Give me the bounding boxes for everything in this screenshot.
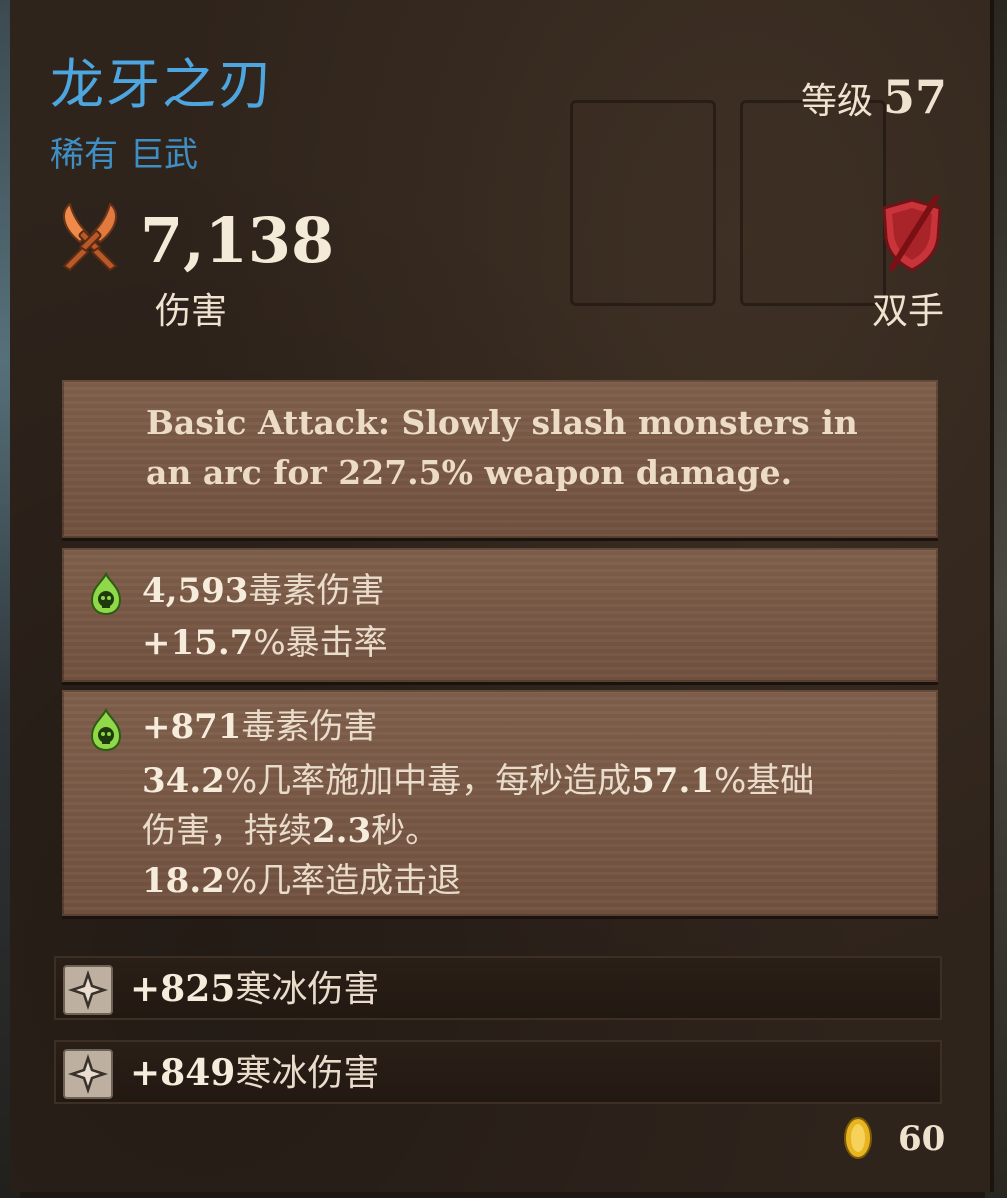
item-name: 龙牙之刃: [50, 53, 274, 116]
affix-text: 毒素伤害: [241, 707, 378, 747]
affix-panel: 4,593毒素伤害 +15.7%暴击率: [62, 548, 938, 682]
affix-text: %几率造成击退: [224, 861, 462, 901]
item-rarity: 稀有: [50, 135, 118, 175]
affix-text: %几率施加中毒，每秒造成: [224, 761, 632, 801]
damage-value: 7,138: [140, 204, 335, 277]
affix-value: 34.2: [142, 761, 225, 801]
item-subtitle: 稀有 巨武: [50, 138, 198, 172]
gem-stat: +849寒冰伤害: [130, 1055, 379, 1092]
affix-value: 4,593: [142, 571, 249, 611]
item-level: 等级 57: [801, 74, 947, 120]
gem-label: 寒冰伤害: [235, 969, 380, 1010]
item-type: 巨武: [130, 135, 198, 175]
two-handed-label: 双手: [872, 291, 945, 332]
affix-value: +871: [142, 707, 242, 747]
background-slot: [740, 100, 886, 306]
sell-price: 60: [898, 1119, 946, 1159]
affix-line: +15.7%暴击率: [142, 626, 388, 660]
poison-skull-icon: [90, 572, 122, 616]
gem-slot: +825寒冰伤害: [54, 956, 942, 1020]
level-label: 等级: [800, 81, 873, 122]
affix-value: 57.1: [631, 761, 714, 801]
gem-label: 寒冰伤害: [235, 1053, 380, 1094]
affix-value: 2.3: [312, 811, 372, 851]
affix-panel: +871毒素伤害 34.2%几率施加中毒，每秒造成57.1%基础 伤害，持续2.…: [62, 690, 938, 916]
affix-text: 秒。: [371, 811, 440, 851]
affix-text: %暴击率: [253, 623, 388, 663]
affix-text: 毒素伤害: [248, 571, 385, 611]
damage-label: 伤害: [155, 291, 228, 332]
affix-value: 15.7: [170, 623, 254, 663]
frost-gem-icon: [63, 965, 113, 1015]
affix-text: 伤害，持续: [142, 811, 312, 851]
affix-line: +871毒素伤害: [142, 710, 377, 744]
red-shield-icon: [882, 195, 942, 272]
affix-line: 4,593毒素伤害: [142, 574, 384, 608]
frost-gem-icon: [63, 1049, 113, 1099]
gem-slot: +849寒冰伤害: [54, 1040, 942, 1104]
affix-value: 18.2: [142, 861, 225, 901]
background-slot: [570, 100, 716, 306]
affix-prefix: +: [142, 623, 171, 663]
crossed-swords-icon: [62, 203, 118, 272]
affix-line: 伤害，持续2.3秒。: [142, 814, 439, 848]
affix-line: 18.2%几率造成击退: [142, 864, 461, 898]
item-description: Basic Attack: Slowly slash monsters in a…: [146, 403, 858, 492]
description-panel: Basic Attack: Slowly slash monsters in a…: [62, 380, 938, 538]
gem-value: +825: [130, 968, 236, 1010]
poison-skull-icon: [90, 708, 122, 752]
level-value: 57: [882, 70, 947, 124]
affix-line: 34.2%几率施加中毒，每秒造成57.1%基础: [142, 764, 814, 798]
gold-coin-icon: [844, 1117, 872, 1159]
affix-text: %基础: [713, 761, 815, 801]
gem-value: +849: [130, 1052, 236, 1094]
gem-stat: +825寒冰伤害: [130, 971, 379, 1008]
